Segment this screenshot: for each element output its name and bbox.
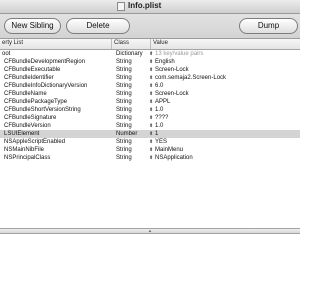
class-popup-arrows-icon[interactable]: ⬍ [149,74,153,82]
row-class[interactable]: Number [116,130,137,138]
plist-row[interactable]: oot Dictionary ⬍ 13 key/value pairs [0,50,300,58]
row-class[interactable]: String [116,122,132,130]
plist-row[interactable]: CFBundleDevelopmentRegion String ⬍ English [0,58,300,66]
column-separator[interactable] [111,39,112,49]
row-class[interactable]: String [116,58,132,66]
row-key[interactable]: CFBundleDevelopmentRegion [4,58,85,66]
row-value[interactable]: com.semaja2.Screen-Lock [155,74,226,82]
plist-row[interactable]: CFBundleIdentifier String ⬍ com.semaja2.Scr… [0,74,300,82]
class-popup-arrows-icon[interactable]: ⬍ [149,146,153,154]
plist-row[interactable]: CFBundleShortVersionString String ⬍ 1.0 [0,106,300,114]
row-value[interactable]: 1.0 [155,122,163,130]
row-key[interactable]: CFBundleShortVersionString [4,106,81,114]
plist-row[interactable]: NSMainNibFile String ⬍ MainMenu [0,146,300,154]
plist-row[interactable]: CFBundleSignature String ⬍???? [0,114,300,122]
divider-handle-icon: ▲ [148,228,152,233]
row-class[interactable]: String [116,146,132,154]
class-popup-arrows-icon[interactable]: ⬍ [149,130,153,138]
class-popup-arrows-icon[interactable]: ⬍ [149,50,153,58]
row-class[interactable]: String [116,154,132,162]
row-class[interactable]: String [116,106,132,114]
row-key[interactable]: LSUIElement [4,130,39,138]
row-key[interactable]: CFBundleIdentifier [4,74,54,82]
new-sibling-button[interactable]: New Sibling [4,18,61,34]
row-class[interactable]: String [116,114,132,122]
toolbar: New Sibling Delete Dump [0,14,300,39]
class-popup-arrows-icon[interactable]: ⬍ [149,114,153,122]
title-bar[interactable]: Info.plist [0,0,300,14]
row-value[interactable]: 6.0 [155,82,163,90]
document-icon [117,2,125,11]
row-value[interactable]: 1.0 [155,106,163,114]
split-view-divider[interactable]: ▲ [0,228,300,234]
row-class[interactable]: String [116,66,132,74]
row-key[interactable]: CFBundleSignature [4,114,56,122]
row-key[interactable]: oot [2,50,10,58]
row-key[interactable]: CFBundleInfoDictionaryVersion [4,82,87,90]
window-title: Info.plist [128,1,162,10]
column-separator[interactable] [150,39,151,49]
row-key[interactable]: CFBundleVersion [4,122,51,130]
row-class[interactable]: String [116,74,132,82]
class-popup-arrows-icon[interactable]: ⬍ [149,58,153,66]
class-popup-arrows-icon[interactable]: ⬍ [149,122,153,130]
class-popup-arrows-icon[interactable]: ⬍ [149,82,153,90]
row-class[interactable]: String [116,82,132,90]
row-class[interactable]: String [116,138,132,146]
row-class[interactable]: Dictionary [116,50,143,58]
row-key[interactable]: NSAppleScriptEnabled [4,138,65,146]
row-class[interactable]: String [116,90,132,98]
row-key[interactable]: CFBundlePackageType [4,98,67,106]
plist-row[interactable]: CFBundleInfoDictionaryVersion String ⬍ 6.0 [0,82,300,90]
row-value[interactable]: APPL [155,98,170,106]
row-key[interactable]: NSMainNibFile [4,146,44,154]
row-value[interactable]: Screen-Lock [155,90,189,98]
class-popup-arrows-icon[interactable]: ⬍ [149,106,153,114]
row-value[interactable]: MainMenu [155,146,183,154]
row-key[interactable]: NSPrincipalClass [4,154,50,162]
property-list-column-header[interactable]: erty List [2,40,23,46]
class-popup-arrows-icon[interactable]: ⬍ [149,66,153,74]
row-value[interactable]: 1 [155,130,158,138]
row-class[interactable]: String [116,98,132,106]
plist-row[interactable]: CFBundleName String ⬍ Screen-Lock [0,90,300,98]
plist-row[interactable]: CFBundleVersion String ⬍ 1.0 [0,122,300,130]
plist-row[interactable]: CFBundleExecutable String ⬍ Screen-Lock [0,66,300,74]
plist-row[interactable]: LSUIElement Number ⬍ 1 [0,130,300,138]
class-popup-arrows-icon[interactable]: ⬍ [149,138,153,146]
plist-row[interactable]: NSAppleScriptEnabled String ⬍ YES [0,138,300,146]
plist-outline: oot Dictionary ⬍ 13 key/value pairs CFBundle… [0,50,300,162]
value-column-header[interactable]: Value [153,40,168,46]
row-value[interactable]: NSApplication [155,154,193,162]
row-value[interactable]: Screen-Lock [155,66,189,74]
class-popup-arrows-icon[interactable]: ⬍ [149,154,153,162]
row-value[interactable]: YES [155,138,167,146]
class-popup-arrows-icon[interactable]: ⬍ [149,90,153,98]
plist-row[interactable]: CFBundlePackageType String ⬍ APPL [0,98,300,106]
delete-button[interactable]: Delete [66,18,130,34]
row-key[interactable]: CFBundleExecutable [4,66,60,74]
class-column-header[interactable]: Class [114,40,129,46]
row-value[interactable]: ???? [155,114,168,122]
plist-row[interactable]: NSPrincipalClass String ⬍ NSApplication [0,154,300,162]
row-key[interactable]: CFBundleName [4,90,47,98]
row-value[interactable]: English [155,58,175,66]
row-value[interactable]: 13 key/value pairs [155,50,203,58]
dump-button[interactable]: Dump [239,18,298,34]
column-header: erty List Class Value [0,39,300,50]
class-popup-arrows-icon[interactable]: ⬍ [149,98,153,106]
